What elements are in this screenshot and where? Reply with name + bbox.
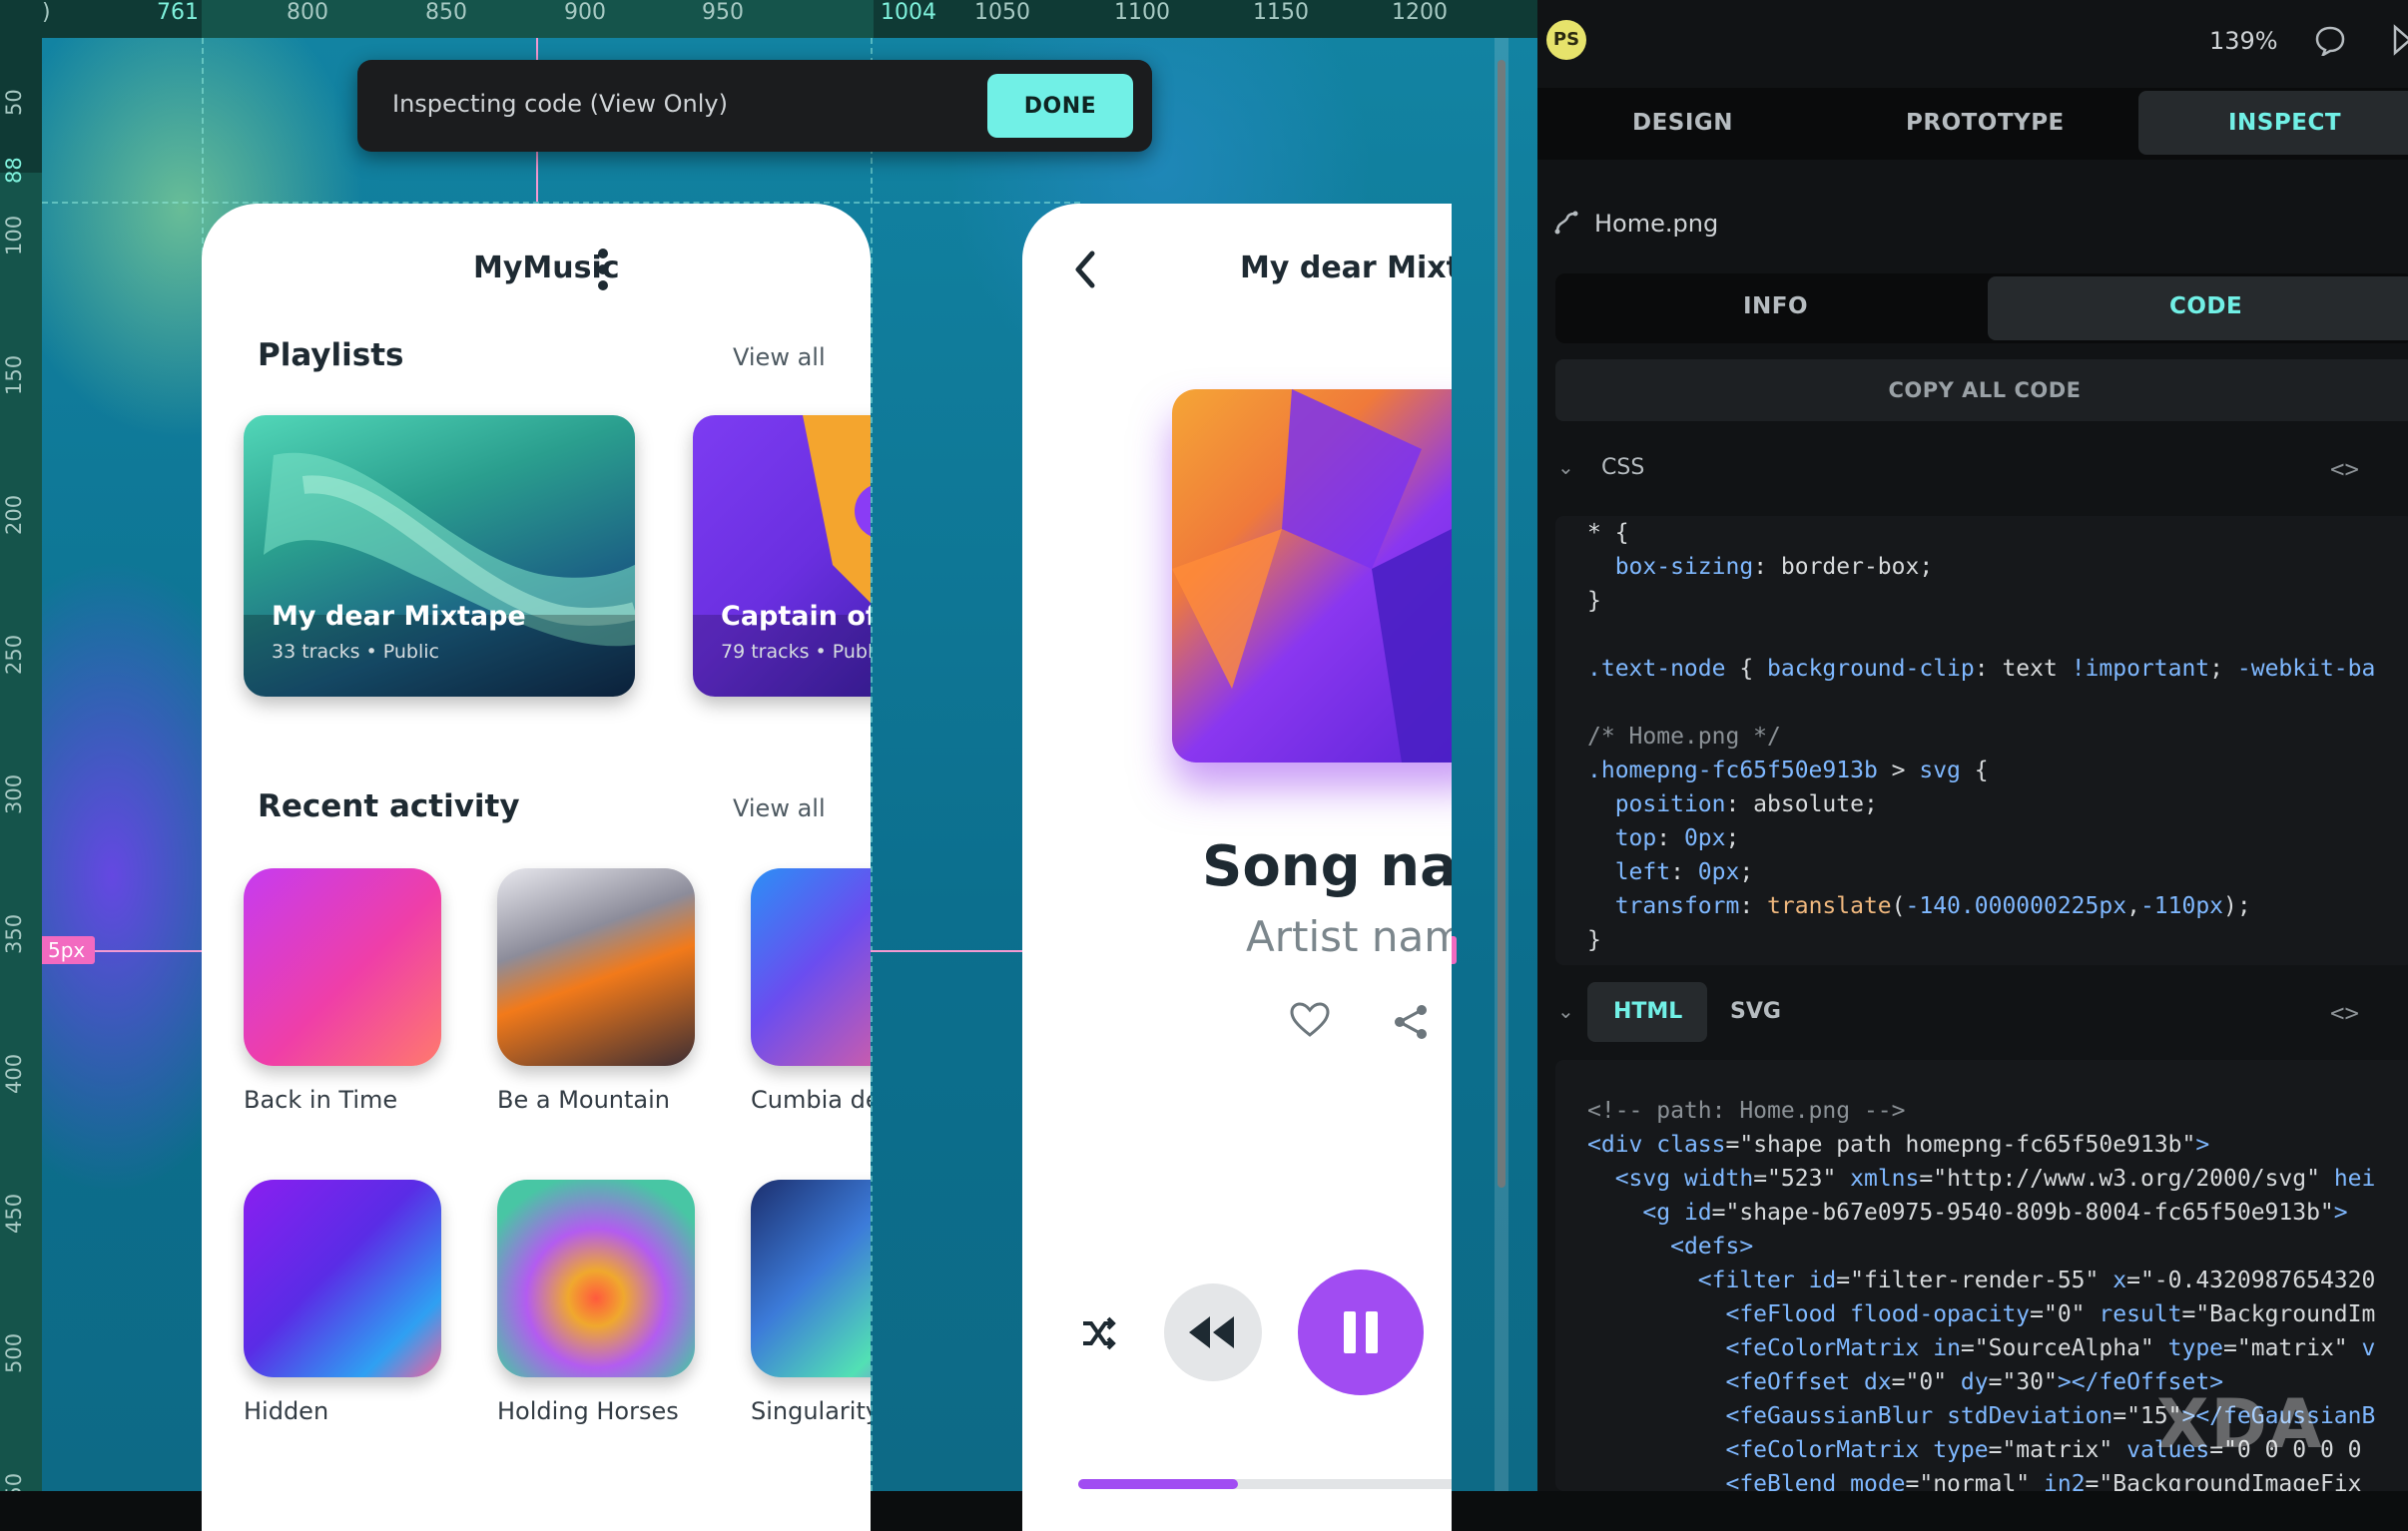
ruler-left-tick: 550 [2, 1473, 26, 1491]
canvas-scrollbar[interactable] [1495, 38, 1508, 1491]
album-cover[interactable] [244, 1180, 441, 1377]
css-code-block[interactable]: * { box-sizing: border-box; } .text-node… [1555, 516, 2408, 965]
album-title: Holding Horses [497, 1397, 679, 1425]
ruler-top-tick: 900 [564, 0, 606, 25]
playlist-card-subtitle: 79 tracks • Public [721, 641, 871, 663]
chevron-down-icon[interactable]: ⌄ [1557, 455, 1574, 479]
tab-design[interactable]: DESIGN [1632, 110, 1733, 136]
shuffle-icon[interactable] [1080, 1315, 1116, 1351]
ruler-left-tick: 150 [2, 354, 26, 395]
inspect-mode-text: Inspecting code (View Only) [392, 90, 728, 118]
code-view-icon[interactable]: <> [2330, 455, 2359, 483]
playlist-card-title: My dear Mixtape [272, 601, 526, 632]
ruler-left-tick: 250 [2, 634, 26, 675]
ruler-top-tick: 1050 [974, 0, 1030, 25]
playlist-card-title: Captain of m [721, 601, 871, 632]
canvas-scrollbar-thumb[interactable] [1498, 60, 1505, 1188]
ruler-left-tick: 400 [2, 1053, 26, 1094]
path-icon [1554, 211, 1578, 235]
measure-label-left: 5px [42, 936, 96, 964]
comment-icon[interactable] [2314, 24, 2346, 56]
album-title: Singularity [751, 1397, 871, 1425]
ruler-left-tick: 200 [2, 494, 26, 535]
css-code-text: * { box-sizing: border-box; } .text-node… [1587, 520, 2376, 953]
ruler-top-tick: 800 [287, 0, 328, 25]
album-artwork-shapes [1172, 389, 1452, 763]
artist-name: Artist name [1246, 912, 1452, 961]
copy-all-code-button[interactable]: COPY ALL CODE [1555, 359, 2408, 421]
playlist-card[interactable]: My dear Mixtape 33 tracks • Public [244, 415, 635, 697]
tab-code[interactable]: CODE [2169, 293, 2242, 319]
ruler-left-tick: 300 [2, 773, 26, 814]
playlists-view-all-link[interactable]: View all [733, 343, 826, 371]
ruler-left-tick: 500 [2, 1332, 26, 1373]
ruler-left-tick: 50 [2, 89, 26, 116]
ruler-top-tick: 850 [425, 0, 467, 25]
top-ruler: ) 761 800 850 900 950 1004 1050 1100 115… [0, 0, 1537, 38]
left-ruler: 50 88 100 150 200 250 300 350 400 450 50… [0, 38, 42, 1491]
pause-button[interactable] [1298, 1270, 1424, 1395]
album-cover[interactable] [244, 868, 441, 1066]
code-view-icon[interactable]: <> [2330, 999, 2359, 1027]
ruler-left-tick: 100 [2, 215, 26, 255]
ruler-left-tick: 350 [2, 913, 26, 954]
progress-track[interactable] [1078, 1479, 1452, 1489]
back-chevron-icon[interactable] [1070, 248, 1100, 291]
tab-prototype[interactable]: PROTOTYPE [1906, 110, 2065, 136]
rewind-icon [1189, 1316, 1234, 1348]
inspect-mode-banner: Inspecting code (View Only) DONE [357, 60, 1152, 152]
pause-icon [1344, 1311, 1378, 1353]
playlists-heading: Playlists [258, 337, 404, 373]
playlist-card-subtitle: 33 tracks • Public [272, 641, 439, 663]
album-cover[interactable] [497, 868, 695, 1066]
selected-layer-name: Home.png [1594, 210, 1719, 238]
album-cover[interactable] [497, 1180, 695, 1377]
album-title: Be a Mountain [497, 1086, 671, 1114]
ruler-left-tick: 450 [2, 1193, 26, 1234]
tab-inspect[interactable]: INSPECT [2228, 110, 2341, 136]
album-cover[interactable] [751, 868, 871, 1066]
tab-html[interactable]: HTML [1613, 999, 1682, 1024]
present-play-icon[interactable] [2392, 24, 2408, 56]
done-button[interactable]: DONE [987, 74, 1133, 138]
ruler-top-tick: 761 [157, 0, 199, 25]
xda-watermark: XDA [2156, 1385, 2324, 1464]
progress-fill [1078, 1479, 1238, 1489]
css-section-label: CSS [1601, 455, 1645, 480]
album-artwork [1172, 389, 1452, 763]
recent-view-all-link[interactable]: View all [733, 794, 826, 822]
more-vert-icon[interactable] [597, 248, 609, 291]
album-title: Back in Time [244, 1086, 398, 1114]
phone-frame-home[interactable]: MyMusic Playlists View all My dear Mixta… [202, 204, 871, 1531]
selection-guide-right [871, 38, 873, 1491]
player-title: My dear Mixtape [1240, 251, 1452, 285]
album-cover[interactable] [751, 1180, 871, 1377]
rewind-button[interactable] [1164, 1283, 1262, 1381]
playlist-card[interactable]: Captain of m 79 tracks • Public [693, 415, 871, 697]
ruler-top-tick: 950 [702, 0, 744, 25]
album-title: Hidden [244, 1397, 329, 1425]
ruler-top-tick: 1150 [1253, 0, 1309, 25]
phone-frame-player[interactable]: My dear Mixtape Song name Artist name [1022, 204, 1452, 1531]
ruler-top-tick: 1004 [881, 0, 936, 25]
ruler-top-tick: ) [42, 0, 51, 25]
song-name: Song name [1202, 834, 1452, 899]
chevron-down-icon[interactable]: ⌄ [1557, 999, 1574, 1023]
album-title: Cumbia de l [751, 1086, 871, 1114]
avatar[interactable]: PS [1546, 20, 1586, 60]
tab-info[interactable]: INFO [1743, 293, 1808, 319]
ruler-top-tick: 1100 [1114, 0, 1170, 25]
zoom-level[interactable]: 139% [2209, 27, 2278, 55]
ruler-left-tick: 88 [2, 157, 26, 184]
tab-svg[interactable]: SVG [1730, 999, 1781, 1024]
recent-activity-heading: Recent activity [258, 788, 520, 824]
share-icon[interactable] [1392, 1002, 1432, 1042]
ruler-top-tick: 1200 [1392, 0, 1448, 25]
heart-icon[interactable] [1290, 1002, 1330, 1038]
